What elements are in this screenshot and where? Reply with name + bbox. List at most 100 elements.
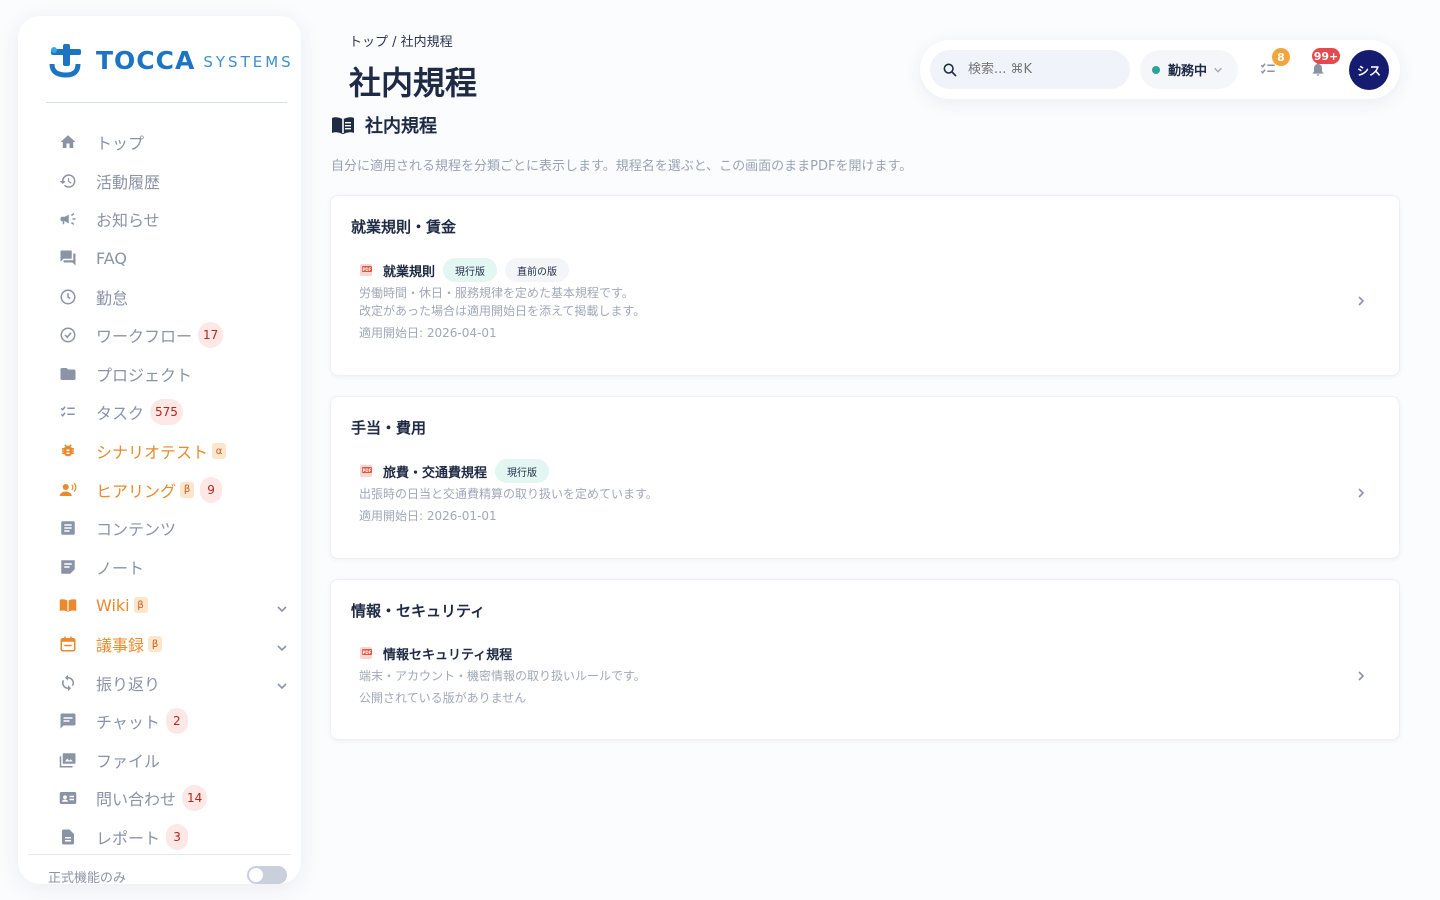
sidebar: TOCCA SYSTEMS トップ 活動履歴 お知らせ FAQ 勤怠 ワークフロ… — [18, 16, 301, 886]
category-card: 手当・費用 PDF 旅費・交通費規程 現行版 出張時の日当と交通費精算の取り扱い… — [330, 396, 1400, 559]
sidebar-item-minutes[interactable]: 議事録 β — [58, 625, 288, 664]
status-label: 勤務中 — [1168, 64, 1208, 79]
sidebar-item-faq[interactable]: FAQ — [58, 239, 288, 278]
document-name[interactable]: 旅費・交通費規程 — [383, 462, 487, 481]
chevron-right-icon[interactable] — [1355, 487, 1367, 499]
notifications-count-badge: 99+ — [1312, 48, 1340, 64]
chevron-down-icon — [1214, 67, 1222, 73]
pdf-file-icon: PDF — [360, 647, 372, 659]
calendar-icon — [58, 634, 78, 654]
divider — [46, 102, 287, 103]
report-icon — [58, 827, 78, 847]
pdf-file-icon: PDF — [360, 465, 372, 477]
contact-card-icon — [58, 788, 78, 808]
sidebar-item-attendance[interactable]: 勤怠 — [58, 277, 288, 316]
sidebar-item-label: コンテンツ — [96, 520, 177, 540]
sidebar-nav: トップ 活動履歴 お知らせ FAQ 勤怠 ワークフロー 17 プロジェクト タス… — [58, 123, 288, 856]
sidebar-item-label: 活動履歴 — [96, 172, 161, 192]
document-item[interactable]: PDF 旅費・交通費規程 現行版 出張時の日当と交通費精算の取り扱いを定めていま… — [359, 459, 658, 524]
avatar[interactable]: シス — [1349, 50, 1389, 90]
sidebar-item-label: ファイル — [96, 751, 161, 771]
category-card: 情報・セキュリティ PDF 情報セキュリティ規程 端末・アカウント・機密情報の取… — [330, 579, 1400, 740]
folder-icon — [58, 364, 78, 384]
svg-text:PDF: PDF — [363, 650, 372, 655]
section-header: 社内規程 — [331, 112, 437, 138]
previous-version-badge[interactable]: 直前の版 — [505, 258, 570, 282]
sidebar-item-notes[interactable]: ノート — [58, 548, 288, 587]
sidebar-item-chat[interactable]: チャット 2 — [58, 702, 288, 741]
images-icon — [58, 750, 78, 770]
section-description: 自分に適用される規程を分類ごとに表示します。規程名を選ぶと、この画面のままPDF… — [331, 159, 913, 174]
category-title: 情報・セキュリティ — [351, 602, 486, 620]
checklist-icon — [58, 402, 78, 422]
section-title: 社内規程 — [365, 116, 437, 137]
sidebar-item-workflow[interactable]: ワークフロー 17 — [58, 316, 288, 355]
page-title: 社内規程 — [349, 64, 478, 102]
tasks-count-badge: 8 — [1272, 48, 1290, 66]
sidebar-item-files[interactable]: ファイル — [58, 741, 288, 780]
svg-text:PDF: PDF — [363, 468, 372, 473]
document-description: 改定があった場合は適用開始日を添えて掲載します。 — [359, 304, 646, 318]
megaphone-icon — [58, 209, 78, 229]
sidebar-item-top[interactable]: トップ — [58, 123, 288, 162]
current-version-badge[interactable]: 現行版 — [443, 258, 498, 282]
sidebar-item-scenario-test[interactable]: シナリオテスト α — [58, 432, 288, 471]
sidebar-item-label: お知らせ — [96, 211, 160, 231]
breadcrumb[interactable]: トップ / 社内規程 — [349, 31, 453, 50]
interview-icon — [58, 480, 78, 500]
chevron-down-icon[interactable] — [276, 600, 288, 619]
document-name[interactable]: 就業規則 — [383, 261, 435, 280]
chevron-right-icon[interactable] — [1355, 670, 1367, 682]
search-input[interactable] — [968, 62, 1108, 77]
sidebar-item-label: 振り返り — [96, 674, 161, 694]
document-name[interactable]: 情報セキュリティ規程 — [383, 644, 512, 663]
pdf-file-icon: PDF — [360, 264, 372, 276]
chevron-down-icon[interactable] — [276, 639, 288, 658]
alpha-badge: α — [212, 443, 227, 460]
count-badge: 14 — [182, 785, 208, 812]
sidebar-item-wiki[interactable]: Wiki β — [58, 586, 288, 625]
sidebar-item-label: シナリオテスト — [96, 443, 209, 463]
brand-logo[interactable]: TOCCA SYSTEMS — [48, 42, 294, 78]
logo-mark-icon — [49, 44, 81, 78]
sidebar-item-hearing[interactable]: ヒアリング β 9 — [58, 470, 288, 509]
category-title: 就業規則・賃金 — [351, 218, 457, 236]
sidebar-item-project[interactable]: プロジェクト — [58, 355, 288, 394]
sidebar-item-contents[interactable]: コンテンツ — [58, 509, 288, 548]
document-description: 労働時間・休日・服務規律を定めた基本規程です。 — [359, 286, 634, 300]
document-effective-date: 適用開始日: 2026-01-01 — [359, 509, 497, 523]
sync-icon — [58, 673, 78, 693]
sidebar-item-activity[interactable]: 活動履歴 — [58, 162, 288, 201]
check-circle-icon — [58, 325, 78, 345]
sidebar-item-label: ワークフロー — [96, 327, 193, 347]
document-item[interactable]: PDF 情報セキュリティ規程 端末・アカウント・機密情報の取り扱いルールです。 … — [359, 641, 646, 706]
sidebar-item-label: プロジェクト — [96, 365, 193, 385]
chevron-right-icon[interactable] — [1355, 295, 1367, 307]
sidebar-item-reports[interactable]: レポート 3 — [58, 818, 288, 857]
sidebar-item-retrospective[interactable]: 振り返り — [58, 663, 288, 702]
chevron-down-icon[interactable] — [276, 677, 288, 696]
beta-badge: β — [180, 481, 195, 498]
brand-suffix: SYSTEMS — [203, 53, 294, 71]
official-only-toggle[interactable] — [247, 866, 287, 884]
sidebar-item-news[interactable]: お知らせ — [58, 200, 288, 239]
book-icon — [58, 595, 78, 615]
count-badge: 3 — [166, 823, 189, 850]
document-availability-note: 公開されている版がありません — [359, 691, 527, 705]
count-badge: 17 — [198, 322, 224, 349]
history-icon — [58, 171, 78, 191]
search-box[interactable] — [930, 50, 1130, 89]
beta-badge: β — [133, 597, 148, 614]
document-item[interactable]: PDF 就業規則 現行版 直前の版 労働時間・休日・服務規律を定めた基本規程です… — [359, 258, 645, 341]
book-open-icon — [332, 117, 354, 134]
search-icon — [943, 63, 957, 77]
current-version-badge[interactable]: 現行版 — [495, 459, 550, 483]
beta-badge: β — [148, 636, 163, 653]
work-status-dropdown[interactable]: 勤務中 — [1140, 50, 1238, 89]
home-icon — [58, 132, 78, 152]
sidebar-item-inquiries[interactable]: 問い合わせ 14 — [58, 779, 288, 818]
sidebar-item-label: 勤怠 — [96, 288, 129, 308]
bug-icon — [58, 441, 78, 461]
sidebar-item-label: ヒアリング — [96, 481, 177, 501]
sidebar-item-tasks[interactable]: タスク 575 — [58, 393, 288, 432]
